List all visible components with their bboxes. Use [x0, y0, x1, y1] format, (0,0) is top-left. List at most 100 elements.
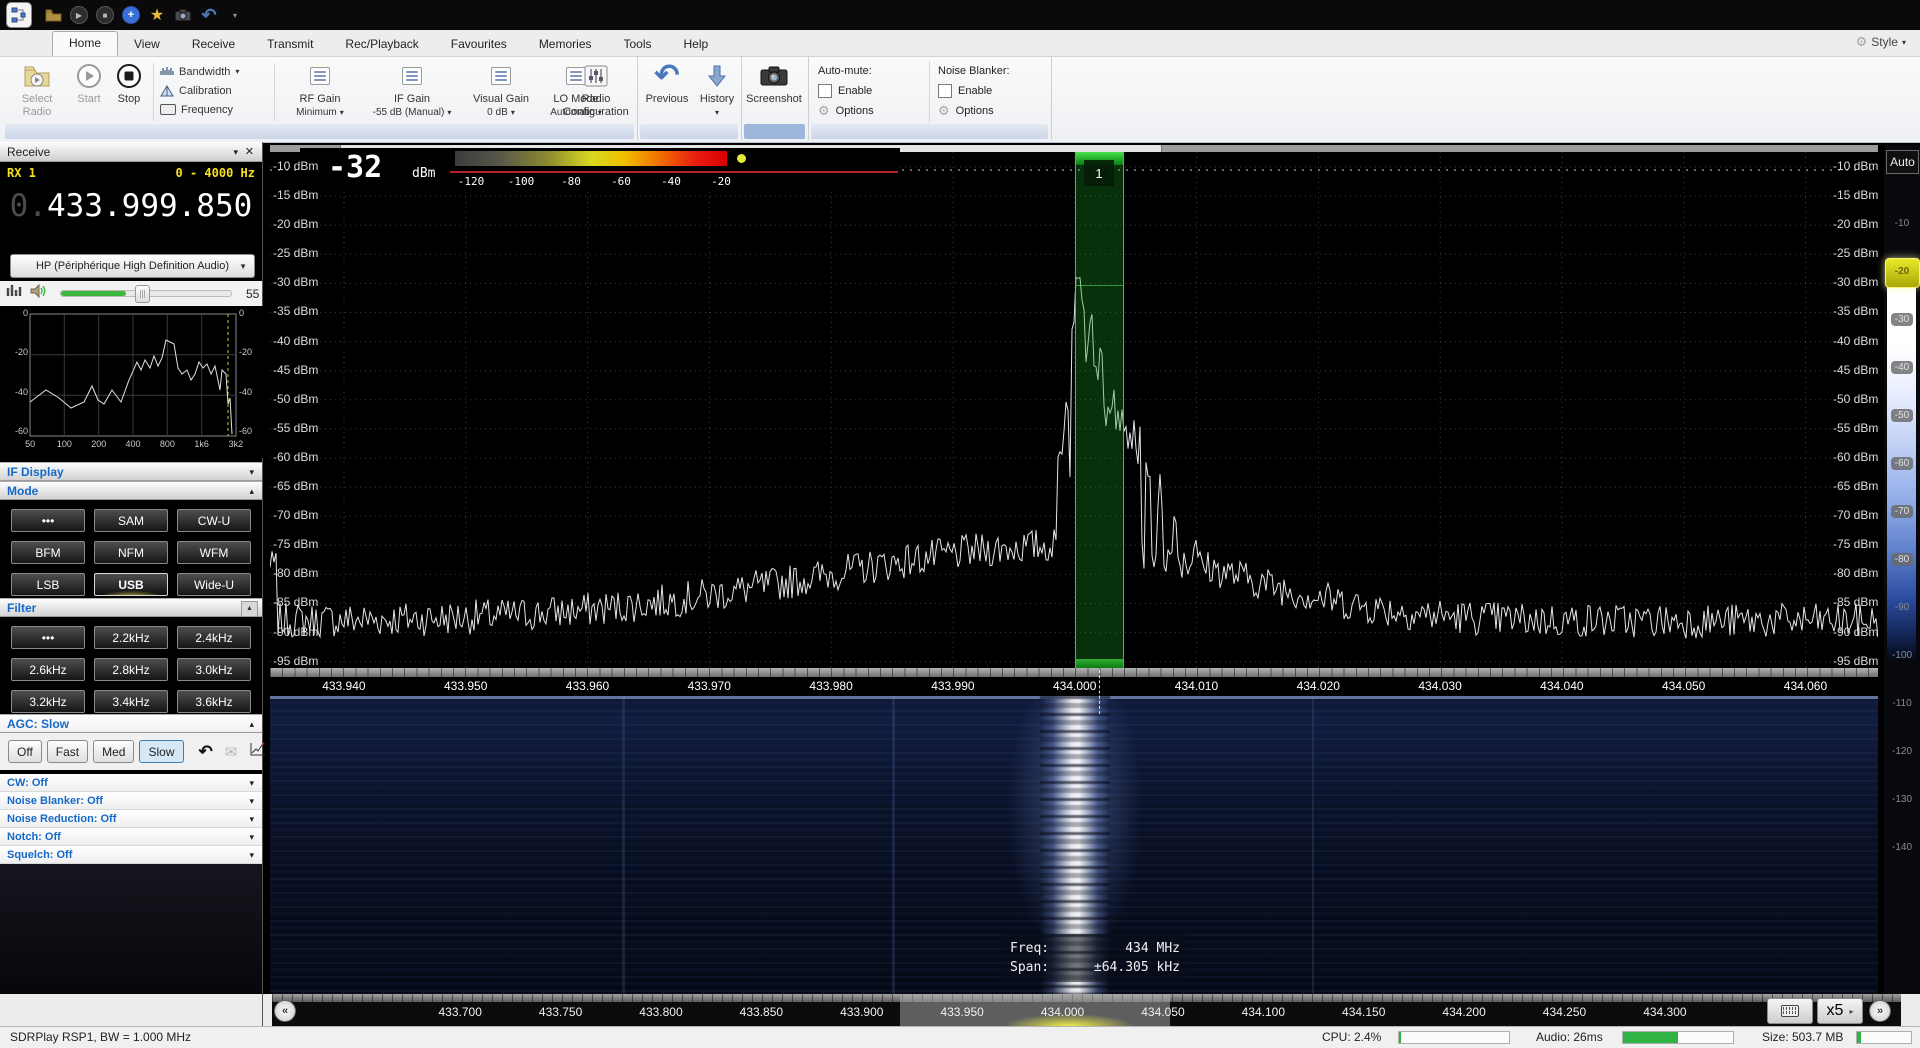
ribbon-tab[interactable]: Receive: [176, 33, 251, 56]
add-icon[interactable]: +: [121, 5, 141, 25]
frequency-button[interactable]: Frequency: [160, 100, 270, 119]
collapsed-section-header[interactable]: Noise Blanker: Off ▾: [0, 792, 262, 810]
scroll-up-button[interactable]: ▲: [241, 601, 258, 617]
agc-option-button[interactable]: Slow: [139, 740, 184, 763]
play-icon[interactable]: ▶: [69, 5, 89, 25]
filter-button[interactable]: 2.2kHz: [94, 626, 168, 649]
rx-frequency-display[interactable]: RX 1 0 - 4000 Hz 0.433.999.850: [0, 162, 262, 250]
mode-header[interactable]: Mode ▴: [0, 481, 262, 500]
rf-gain-button[interactable]: RF Gain Minimum ▾: [282, 61, 358, 119]
mode-button[interactable]: CW-U: [177, 509, 251, 532]
style-menu[interactable]: ⚙ Style ▾: [1856, 34, 1906, 50]
if-gain-icon: [402, 61, 422, 91]
ribbon-tab[interactable]: Help: [668, 33, 725, 56]
keyboard-entry-button[interactable]: [1767, 998, 1813, 1024]
speaker-icon[interactable]: [30, 283, 48, 304]
bandwidth-button[interactable]: Bandwidth ▾: [160, 62, 270, 81]
if-gain-button[interactable]: IF Gain -55 dB (Manual) ▾: [362, 61, 462, 119]
filter-header[interactable]: Filter ▲: [0, 598, 262, 617]
panel-collapse-icon[interactable]: ▾: [233, 142, 238, 162]
visual-gain-button[interactable]: Visual Gain 0 dB ▾: [466, 61, 536, 119]
start-button[interactable]: Start: [68, 61, 110, 106]
screenshot-button[interactable]: Screenshot: [743, 61, 805, 106]
receive-panel-header[interactable]: Receive ▾ ✕: [0, 142, 262, 162]
auto-mute-options-button[interactable]: ⚙ Options: [818, 101, 926, 121]
previous-button[interactable]: ↶ Previous: [639, 61, 695, 106]
agc-header[interactable]: AGC: Slow ▴: [0, 714, 262, 733]
agc-option-button[interactable]: Med: [93, 740, 135, 763]
filter-button[interactable]: 3.0kHz: [177, 658, 251, 681]
mode-button[interactable]: USB: [94, 573, 168, 596]
rx-band-marker[interactable]: 1: [1075, 152, 1124, 668]
camera-icon[interactable]: [173, 5, 193, 25]
if-display-header[interactable]: IF Display ▾: [0, 462, 262, 481]
zoom-factor-button[interactable]: x5 ▸: [1817, 998, 1863, 1024]
frequency-axis-label: 434.000: [1052, 679, 1097, 693]
noise-blanker-options-button[interactable]: ⚙ Options: [938, 101, 1048, 121]
collapsed-section-header[interactable]: Squelch: Off ▾: [0, 846, 262, 864]
filter-button[interactable]: 2.6kHz: [11, 658, 85, 681]
agc-graph-icon[interactable]: [249, 742, 266, 761]
filter-button[interactable]: 2.4kHz: [177, 626, 251, 649]
agc-undo-icon[interactable]: ↶: [199, 742, 213, 762]
recenter-left-button[interactable]: «: [274, 1000, 296, 1022]
calibration-button[interactable]: Calibration: [160, 81, 270, 100]
stop-icon[interactable]: ■: [95, 5, 115, 25]
tuned-frequency-value[interactable]: 0.433.999.850: [0, 188, 262, 224]
ribbon-tab[interactable]: Rec/Playback: [329, 33, 434, 56]
history-label: History: [699, 93, 735, 105]
undo-icon[interactable]: ↶: [199, 5, 219, 25]
radio-configuration-button[interactable]: Radio Configuration: [554, 61, 638, 119]
collapsed-sections: CW: Off ▾ Noise Blanker: Off ▾ Noise Reduc…: [0, 774, 262, 864]
select-radio-label: Select: [21, 93, 53, 105]
select-radio-button[interactable]: Select Radio: [10, 61, 64, 119]
spectrum-plot[interactable]: [270, 152, 1878, 668]
auto-mute-enable-checkbox[interactable]: Enable: [818, 81, 926, 101]
ribbon-tab[interactable]: Tools: [608, 33, 668, 56]
mode-button[interactable]: NFM: [94, 541, 168, 564]
waterfall-span-value: ±64.305 kHz: [1093, 960, 1180, 975]
audio-device-select[interactable]: HP (Périphérique High Definition Audio) …: [10, 254, 255, 278]
equalizer-icon[interactable]: [6, 283, 22, 304]
ribbon-tab[interactable]: Transmit: [251, 33, 329, 56]
filter-button[interactable]: 3.2kHz: [11, 690, 85, 713]
ribbon-tab[interactable]: Favourites: [435, 33, 523, 56]
filter-button[interactable]: 2.8kHz: [94, 658, 168, 681]
mode-button[interactable]: SAM: [94, 509, 168, 532]
collapsed-section-header[interactable]: CW: Off ▾: [0, 774, 262, 792]
ribbon-tab[interactable]: View: [118, 33, 176, 56]
ribbon-tab[interactable]: Home: [52, 31, 119, 56]
mode-button[interactable]: BFM: [11, 541, 85, 564]
agc-envelope-icon[interactable]: ✉: [225, 743, 238, 761]
filter-button[interactable]: 3.4kHz: [94, 690, 168, 713]
mode-button[interactable]: LSB: [11, 573, 85, 596]
ribbon-tab[interactable]: Memories: [523, 33, 608, 56]
band-bar-frequency-label: 433.700: [438, 1005, 482, 1019]
agc-option-button[interactable]: Off: [8, 740, 42, 763]
ribbon-group-rx-frequency: ↶ Previous History ▾: [637, 57, 742, 140]
volume-slider[interactable]: [60, 285, 232, 303]
panel-close-icon[interactable]: ✕: [245, 142, 254, 162]
auto-range-button[interactable]: Auto: [1886, 150, 1919, 174]
collapsed-section-header[interactable]: Notch: Off ▾: [0, 828, 262, 846]
checkbox-icon: [938, 84, 952, 98]
band-frequency-bar[interactable]: 433.700 433.750 433.800 433.850 433.900 433.9…: [272, 994, 1901, 1026]
stop-button[interactable]: Stop: [108, 61, 150, 106]
open-folder-icon[interactable]: [43, 5, 63, 25]
filter-button[interactable]: •••: [11, 626, 85, 649]
audio-chart-x-label: 1k6: [194, 439, 209, 449]
favourite-star-icon[interactable]: ★: [147, 5, 167, 25]
recenter-right-button[interactable]: »: [1869, 1000, 1891, 1022]
collapsed-section-header[interactable]: Noise Reduction: Off ▾: [0, 810, 262, 828]
quickbar-dropdown-icon[interactable]: ▾: [225, 5, 245, 25]
agc-option-button[interactable]: Fast: [46, 740, 89, 763]
mode-button[interactable]: •••: [11, 509, 85, 532]
previous-label: Previous: [645, 93, 689, 105]
noise-blanker-enable-checkbox[interactable]: Enable: [938, 81, 1048, 101]
mode-button[interactable]: WFM: [177, 541, 251, 564]
history-button[interactable]: History ▾: [695, 61, 739, 119]
filter-button[interactable]: 3.6kHz: [177, 690, 251, 713]
volume-slider-handle[interactable]: [135, 285, 150, 303]
audio-device-value: HP (Périphérique High Definition Audio): [35, 260, 229, 272]
mode-button[interactable]: Wide-U: [177, 573, 251, 596]
